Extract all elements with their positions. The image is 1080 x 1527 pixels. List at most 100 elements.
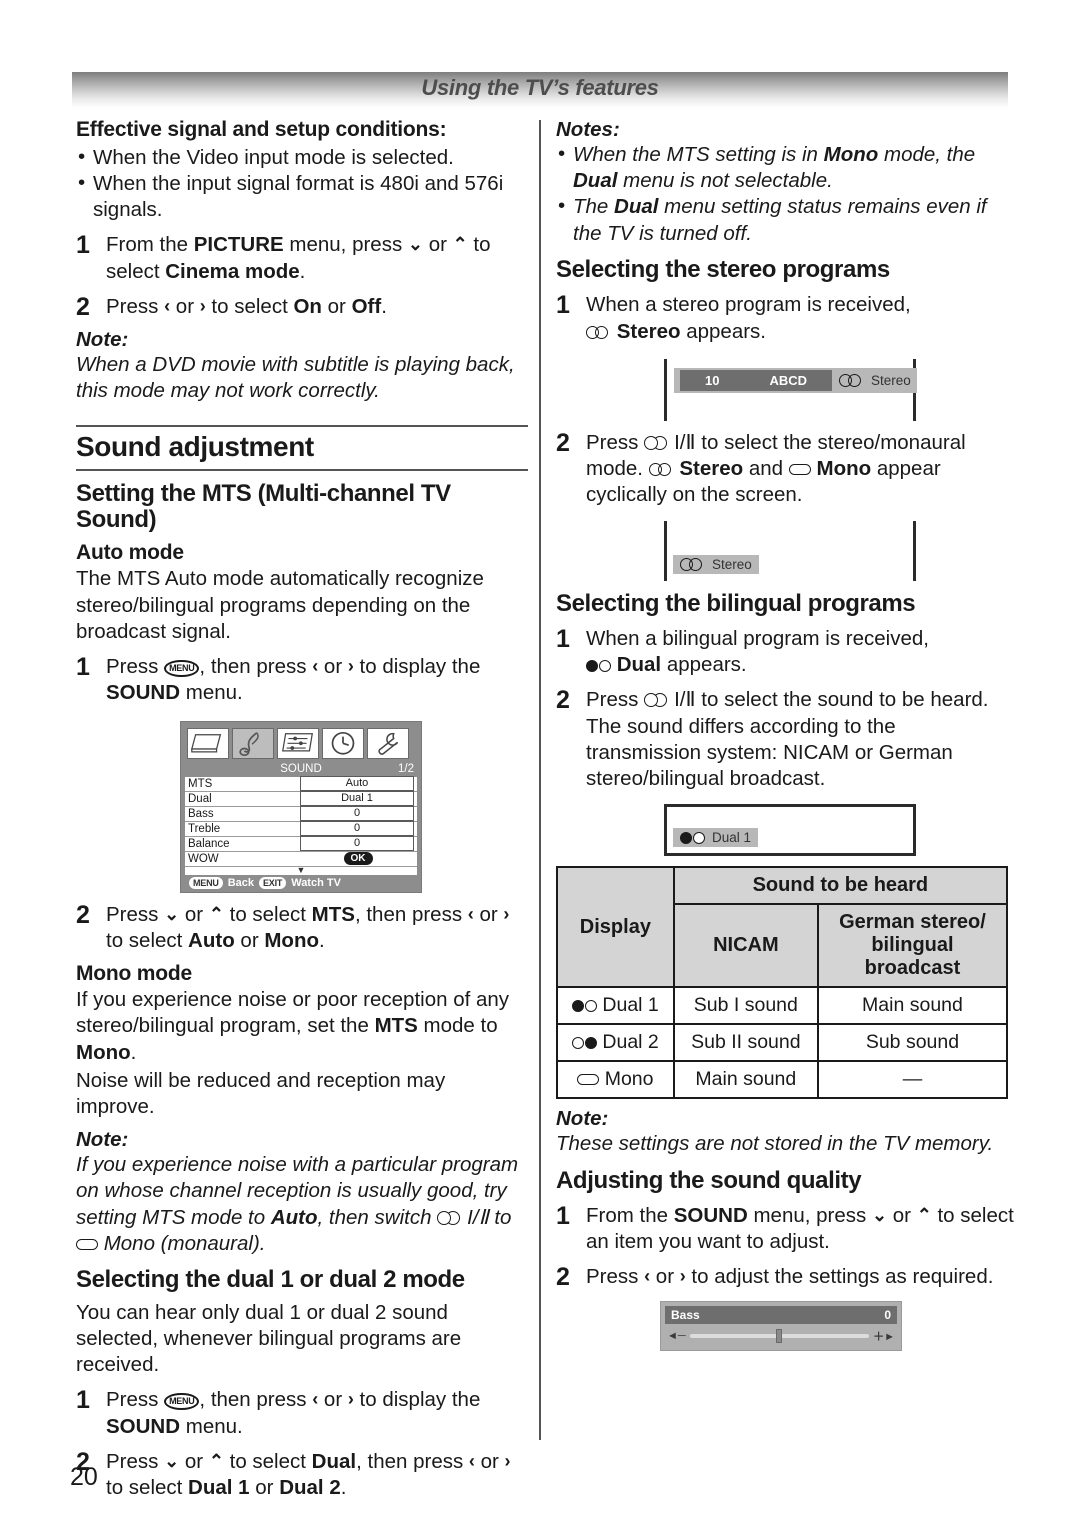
step-text-a: When a stereo program is received,	[586, 293, 911, 317]
bass-slider-track[interactable]	[689, 1328, 870, 1343]
step-text-a: Press	[586, 688, 645, 712]
header-german-broadcast: German stereo/ bilingual broadcast	[816, 903, 1009, 989]
stereo-mono-button-icon: I/Ⅱ	[644, 688, 696, 711]
step-text-d: to display the	[353, 1388, 481, 1412]
list-item: When the Video input mode is selected.	[76, 144, 528, 171]
step-text: Press MENU, then press ‹ or › to display…	[106, 1387, 528, 1439]
dual2-label: Dual 2	[279, 1475, 341, 1499]
timer-icon[interactable]	[322, 727, 364, 759]
quality-step-1: 1 From the SOUND menu, press ⌄ or ⌃ to s…	[556, 1203, 1014, 1255]
mono-mode-text-2: Noise will be reduced and reception may …	[76, 1068, 446, 1119]
tv-osd-chip: Stereo	[673, 554, 759, 574]
feature-icon-glyph	[282, 732, 314, 752]
step-number: 2	[76, 900, 90, 929]
mono-note-label: Note:	[76, 1128, 129, 1152]
bass-slider-knob[interactable]	[776, 1328, 783, 1343]
header-nicam: NICAM	[672, 903, 819, 989]
step-text-a: From the	[106, 233, 194, 257]
cinema-note-label: Note:	[76, 328, 129, 352]
osd-row-value[interactable]: Dual 1	[300, 791, 414, 807]
auto-mode-heading: Auto mode	[76, 541, 184, 565]
row-display-label: Dual 1	[602, 994, 659, 1017]
scroll-down-caret-icon: ▼	[185, 865, 417, 875]
auto-label: Auto	[188, 928, 235, 952]
step-text-g: to select	[106, 1475, 189, 1499]
notes-list: When the MTS setting is in Mono mode, th…	[556, 141, 1014, 247]
bass-track-row[interactable]: ◄─ ＋►	[665, 1324, 897, 1346]
step-text-d: or	[887, 1203, 917, 1227]
page-number: 20	[70, 1463, 98, 1491]
bass-label: Bass	[671, 1307, 700, 1322]
step-text-c: to select	[205, 294, 294, 318]
step-text-c: menu, press	[747, 1203, 872, 1227]
step-text-a: Press	[106, 1449, 165, 1473]
bilingual-step-1: 1 When a bilingual program is received, …	[556, 626, 1014, 678]
mono-note-e: to	[488, 1205, 512, 1229]
step-text: Press ⌄ or ⌃ to select MTS, then press ‹…	[106, 902, 528, 954]
step-number: 1	[556, 1201, 570, 1230]
setup-icon[interactable]	[367, 727, 409, 759]
row-german: Sub sound	[816, 1023, 1009, 1063]
on-label: On	[293, 294, 322, 318]
row-display-label: Mono	[604, 1068, 654, 1091]
osd-row-label: WOW	[188, 852, 219, 865]
step-text-i: or	[234, 928, 265, 952]
picture-icon[interactable]	[187, 727, 229, 759]
step-text-i: or	[249, 1475, 280, 1499]
arrow-up-icon: ⌃	[208, 1450, 224, 1471]
step-text-a: Press	[586, 1265, 645, 1289]
step-text: Press ‹ or › to adjust the settings as r…	[586, 1264, 1014, 1290]
list-item: The Dual menu setting status remains eve…	[556, 193, 1014, 246]
stereo-mode-label: Stereo	[871, 372, 911, 388]
osd-row-value[interactable]: 0	[300, 836, 414, 852]
mono-symbol-icon	[577, 1074, 600, 1086]
mono-note-c: , then switch	[317, 1205, 438, 1229]
left-column: Effective signal and setup conditions: W…	[76, 118, 528, 1501]
increase-icon[interactable]: ＋►	[873, 1328, 895, 1344]
osd-icon-row	[185, 726, 417, 762]
menu-key-badge: MENU	[189, 876, 223, 889]
step-text-b: or	[179, 902, 209, 926]
osd-row-bass[interactable]: Bass 0	[185, 806, 417, 822]
osd-page-indicator: 1/2	[398, 762, 414, 775]
stereo-step-2: 2 Press I/Ⅱ to select the stereo/monaura…	[556, 430, 1014, 509]
bilingual-programs-heading: Selecting the bilingual programs	[556, 589, 916, 617]
step-text-c: to select	[223, 902, 312, 926]
header-display: Display	[556, 866, 675, 989]
osd-ok-badge[interactable]: OK	[302, 852, 414, 866]
step-text: From the PICTURE menu, press ⌄ or ⌃ to s…	[106, 232, 528, 284]
page-header-title: Using the TV’s features	[421, 75, 659, 100]
mono-label: Mono	[823, 143, 879, 166]
osd-row-dual[interactable]: Dual Dual 1	[185, 791, 417, 807]
step-text-a: From the	[586, 1203, 674, 1227]
tv-screen-illustration-1: 10 ABCD Stereo	[664, 358, 917, 421]
auto-step-1: 1 Press MENU, then press ‹ or › to displ…	[76, 654, 528, 706]
off-label: Off	[351, 294, 382, 318]
tv-osd-chip: Dual 1	[673, 828, 759, 848]
arrow-up-icon: ⌃	[916, 1204, 932, 1225]
stereo-symbol-icon	[586, 325, 611, 339]
sound-icon[interactable]	[232, 727, 274, 759]
table-row: Dual 2 Sub II sound Sub sound	[556, 1023, 1009, 1063]
osd-row-value[interactable]: 0	[300, 806, 414, 822]
exit-key-action: Watch TV	[291, 876, 341, 889]
mono-label: Mono	[76, 1040, 131, 1064]
decrease-icon[interactable]: ◄─	[667, 1330, 686, 1342]
osd-row-balance[interactable]: Balance 0	[185, 836, 417, 852]
osd-row-value[interactable]: Auto	[300, 776, 414, 792]
step-text-b: , then press	[199, 1388, 313, 1412]
step-text: From the SOUND menu, press ⌄ or ⌃ to sel…	[586, 1203, 1014, 1255]
step-text: Press ‹ or › to select On or Off.	[106, 294, 528, 320]
osd-row-value[interactable]: 0	[300, 821, 414, 837]
osd-row-mts[interactable]: MTS Auto	[185, 776, 417, 792]
list-item: When the input signal format is 480i and…	[76, 170, 528, 223]
mono-note-text: If you experience noise with a particula…	[76, 1152, 528, 1257]
osd-ok-label: OK	[343, 852, 373, 866]
osd-rows: MTS Auto Dual Dual 1 Bass 0 Treble 0 Bal…	[185, 776, 417, 875]
osd-row-treble[interactable]: Treble 0	[185, 821, 417, 837]
setup-icon-glyph	[378, 732, 399, 755]
step-number: 2	[76, 292, 90, 321]
step-number: 2	[556, 1263, 570, 1292]
feature-icon[interactable]	[277, 727, 319, 759]
dual-mode-label: Dual 1	[712, 830, 752, 846]
